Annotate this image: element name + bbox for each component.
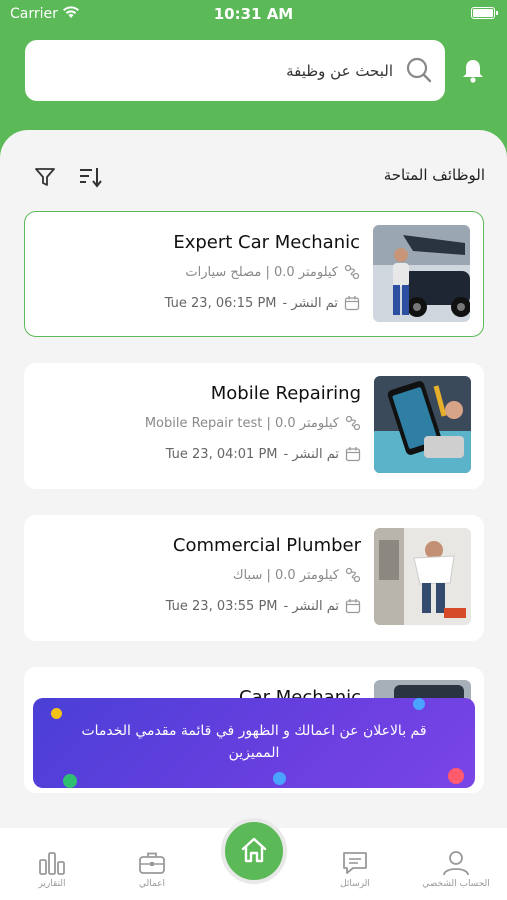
job-meta: كيلومتر 0.0 | مصلح سيارات (185, 264, 360, 280)
posted-date: Tue 23, 03:55 PM (165, 598, 278, 614)
route-icon (344, 264, 360, 280)
calendar-icon (345, 447, 361, 462)
home-icon (241, 837, 267, 863)
job-card[interactable]: Mobile Repairing كيلومتر 0.0 | Mobile Re… (24, 363, 484, 489)
tab-label: الحساب الشخصي (422, 879, 490, 889)
decor-dot (63, 774, 77, 788)
job-distance: كيلومتر 0.0 | مصلح سيارات (185, 264, 338, 280)
job-title: Mobile Repairing (210, 383, 361, 404)
search-icon (405, 56, 433, 88)
search-bar[interactable]: البحث عن وظيفة (25, 40, 445, 101)
filter-icon[interactable] (34, 166, 56, 192)
promo-banner[interactable]: قم بالاعلان عن اعمالك و الظهور في قائمة … (33, 698, 475, 788)
job-distance: كيلومتر 0.0 | سباك (232, 567, 339, 583)
decor-dot (448, 768, 464, 784)
tab-label: اعمالي (138, 879, 166, 889)
notification-bell-icon[interactable] (461, 58, 485, 88)
posted-label: تم النشر - (282, 295, 339, 311)
route-icon (345, 567, 361, 583)
tab-label: الرسائل (340, 879, 370, 889)
sort-icon[interactable] (78, 166, 102, 192)
search-input[interactable]: البحث عن وظيفة (286, 62, 393, 80)
posted-label: تم النشر - (283, 598, 340, 614)
job-meta: كيلومتر 0.0 | Mobile Repair test (145, 415, 361, 431)
job-posted: تم النشر - Tue 23, 06:15 PM (165, 295, 360, 311)
posted-date: Tue 23, 04:01 PM (165, 446, 278, 462)
status-bar: Carrier 10:31 AM (0, 0, 507, 28)
clock: 10:31 AM (213, 5, 294, 23)
job-card[interactable]: Expert Car Mechanic كيلومتر 0.0 | مصلح س… (24, 211, 484, 337)
tab-business[interactable]: اعمالي (112, 850, 192, 889)
route-icon (345, 415, 361, 431)
job-thumbnail (374, 376, 471, 473)
tab-messages[interactable]: الرسائل (315, 850, 395, 889)
briefcase-icon (139, 852, 165, 874)
job-meta: كيلومتر 0.0 | سباك (233, 567, 361, 583)
tab-label: التقارير (38, 879, 66, 889)
posted-date: Tue 23, 06:15 PM (164, 295, 277, 311)
calendar-icon (345, 599, 361, 614)
posted-label: تم النشر - (283, 446, 340, 462)
battery-icon (471, 7, 498, 19)
decor-dot (51, 708, 62, 719)
job-title: Commercial Plumber (172, 535, 361, 556)
decor-dot (413, 698, 425, 710)
job-card[interactable]: Commercial Plumber كيلومتر 0.0 | سباك تم… (24, 515, 484, 641)
job-distance: كيلومتر 0.0 | Mobile Repair test (144, 415, 339, 431)
chat-icon (343, 852, 367, 874)
decor-dot (273, 772, 286, 785)
tab-profile[interactable]: الحساب الشخصي (416, 850, 496, 889)
tab-reports[interactable]: التقارير (12, 850, 92, 889)
home-button[interactable] (221, 818, 287, 884)
bar-chart-icon (39, 852, 65, 875)
section-title: الوظائف المتاحة (383, 166, 485, 184)
calendar-icon (344, 296, 360, 311)
user-icon (443, 851, 469, 876)
job-posted: تم النشر - Tue 23, 04:01 PM (166, 446, 361, 462)
job-thumbnail (374, 528, 471, 625)
job-posted: تم النشر - Tue 23, 03:55 PM (166, 598, 361, 614)
job-thumbnail (373, 225, 470, 322)
banner-text: قم بالاعلان عن اعمالك و الظهور في قائمة … (81, 723, 427, 761)
job-title: Expert Car Mechanic (173, 232, 360, 253)
